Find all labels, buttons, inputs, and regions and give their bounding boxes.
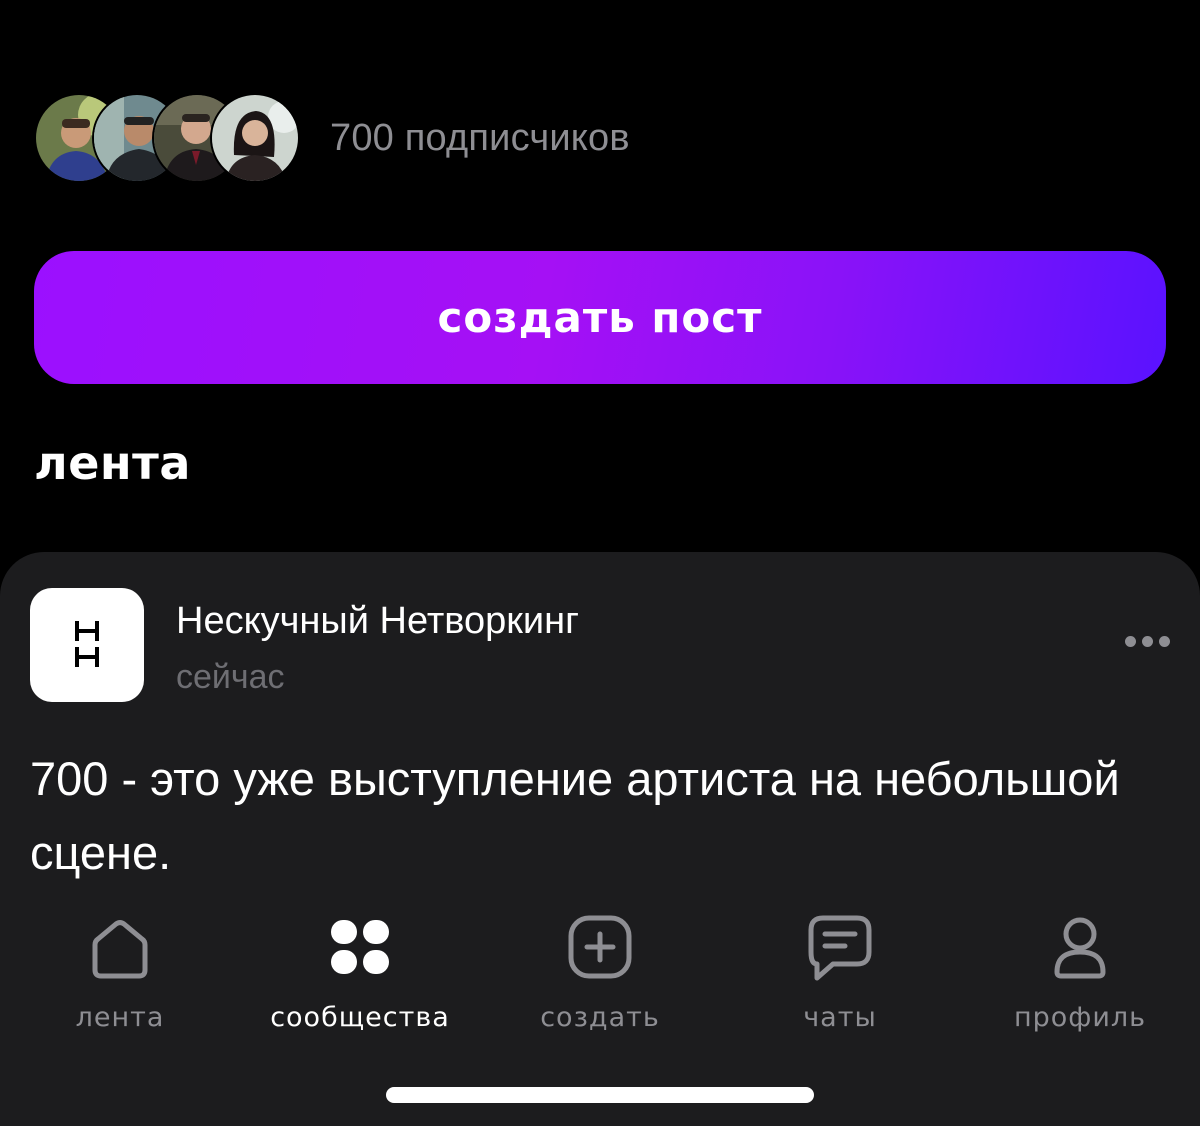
nav-label: чаты — [803, 1002, 877, 1033]
create-post-label: создать пост — [437, 293, 763, 342]
more-icon[interactable] — [1125, 636, 1170, 647]
nav-label: сообщества — [270, 1002, 450, 1033]
nav-label: профиль — [1013, 1002, 1147, 1033]
grid-icon — [331, 920, 389, 974]
home-icon — [92, 920, 148, 979]
person-icon — [1054, 917, 1106, 979]
more-dot — [1142, 636, 1153, 647]
nav-item-chats[interactable]: чаты — [720, 912, 960, 1033]
screen: 700 подписчиков создать пост лента Неску… — [0, 0, 1200, 1126]
nav-item-profile[interactable]: профиль — [960, 912, 1200, 1033]
home-indicator[interactable] — [386, 1087, 814, 1103]
chat-icon — [808, 915, 872, 981]
nav-item-feed[interactable]: лента — [0, 912, 240, 1033]
nn-logo-icon — [75, 621, 99, 667]
post-author[interactable]: Нескучный Нетворкинг — [176, 600, 579, 643]
subscriber-avatars — [34, 93, 300, 183]
more-dot — [1125, 636, 1136, 647]
community-logo[interactable] — [30, 588, 144, 702]
nav-item-communities[interactable]: сообщества — [240, 912, 480, 1033]
more-dot — [1159, 636, 1170, 647]
subscribers-count: 700 подписчиков — [330, 116, 630, 159]
nav-label: создать — [540, 1002, 660, 1033]
plus-square-icon — [568, 915, 632, 979]
nav-item-create[interactable]: создать — [480, 912, 720, 1033]
post-text: 700 - это уже выступление артиста на неб… — [30, 752, 1120, 879]
nav-label: лента — [75, 1002, 165, 1033]
post-time: сейчас — [176, 658, 285, 696]
feed-title: лента — [34, 436, 191, 490]
create-post-button[interactable]: создать пост — [34, 251, 1166, 384]
avatar — [210, 93, 300, 183]
subscribers-row[interactable]: 700 подписчиков — [34, 93, 630, 183]
bottom-nav: лента сообщества создать чаты профиль — [0, 912, 1200, 1052]
